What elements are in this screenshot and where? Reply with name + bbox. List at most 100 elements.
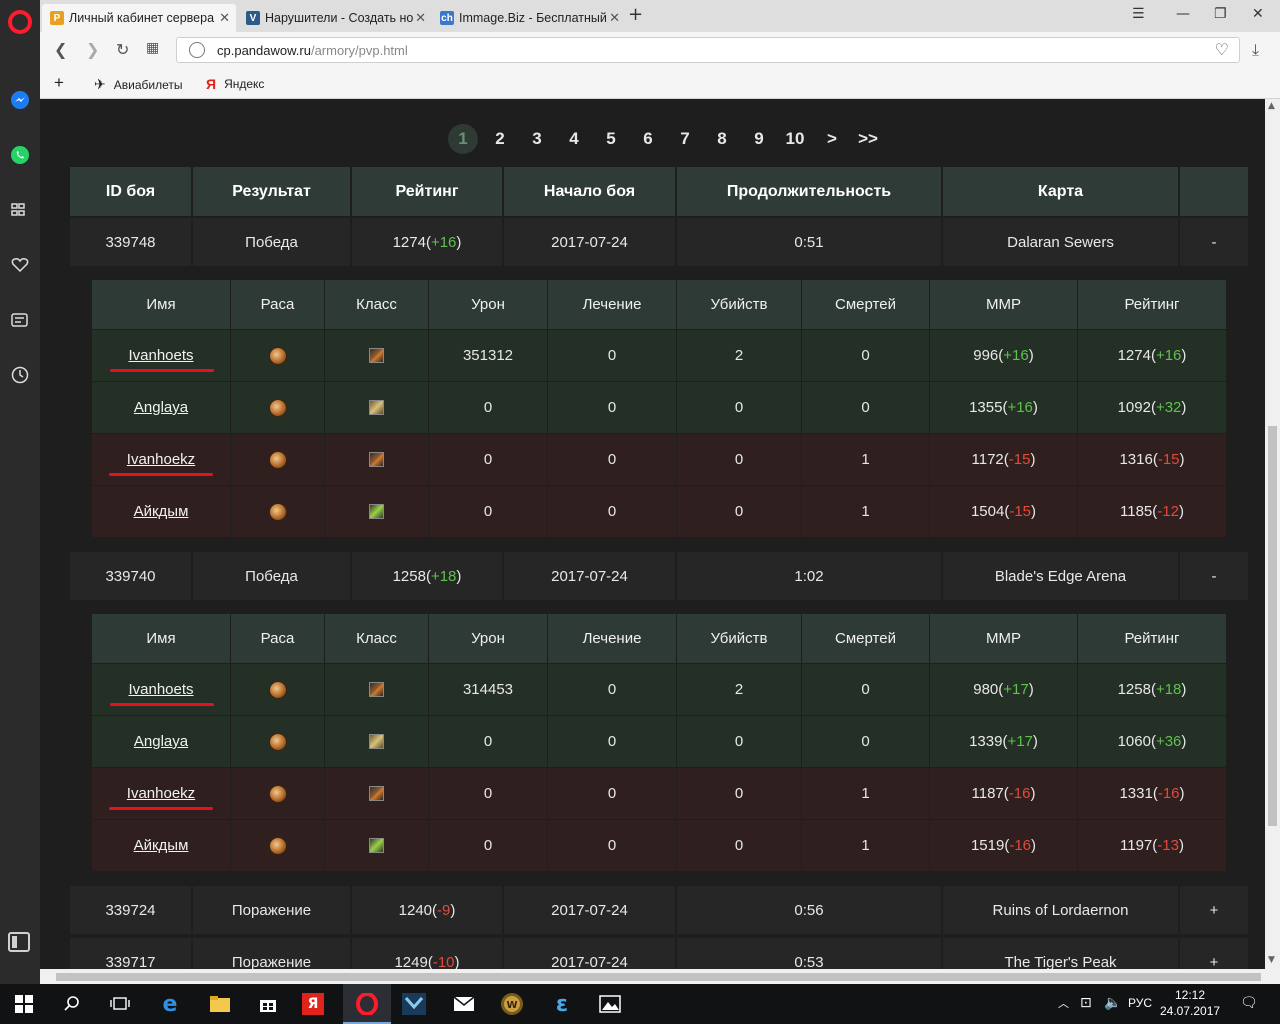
page-link[interactable]: 3 xyxy=(522,124,552,154)
mmr-delta: -15 xyxy=(1008,451,1031,468)
damage-value: 314453 xyxy=(429,664,548,715)
race-cell xyxy=(231,820,325,871)
page-link[interactable]: 5 xyxy=(596,124,626,154)
horizontal-scrollbar[interactable] xyxy=(40,969,1280,984)
warrior-class-icon xyxy=(369,348,384,363)
battle-id: 339717 xyxy=(70,938,193,969)
language-indicator[interactable]: РУС xyxy=(1128,996,1152,1010)
history-icon[interactable] xyxy=(8,363,32,387)
player-name-link[interactable]: Ivanhoekz xyxy=(108,785,213,810)
page-link[interactable]: 8 xyxy=(707,124,737,154)
column-header: Рейтинг xyxy=(1124,296,1180,313)
column-header: Имя xyxy=(92,614,231,663)
mmr-value: 1504 xyxy=(970,503,1005,520)
battle-row[interactable]: 339717 Поражение 1249 (-10) 2017-07-24 0:53 T… xyxy=(70,936,1248,969)
vertical-scrollbar[interactable]: ▲ ▼ xyxy=(1265,99,1280,969)
scroll-down-icon[interactable]: ▼ xyxy=(1268,955,1275,965)
page-link[interactable]: > xyxy=(817,124,847,154)
store-icon[interactable] xyxy=(254,990,282,1018)
player-name-link[interactable]: Ivanhoets xyxy=(110,347,215,372)
page-link[interactable]: 9 xyxy=(744,124,774,154)
bookmark-avia[interactable]: ✈ Авиабилеты xyxy=(94,76,182,93)
close-window-icon[interactable]: ✕ xyxy=(1252,6,1264,22)
warrior-class-icon xyxy=(369,786,384,801)
player-name: Айкдым xyxy=(133,503,189,520)
tab-menu-icon[interactable]: ☰ xyxy=(1132,6,1145,22)
battle-row[interactable]: 339740 Победа 1258 (+18) 2017-07-24 1:02 Blad… xyxy=(70,550,1248,600)
warrior-class-icon xyxy=(369,452,384,467)
battle-row[interactable]: 339748 Победа 1274 (+16) 2017-07-24 0:51 Dala… xyxy=(70,216,1248,266)
close-icon[interactable]: ✕ xyxy=(609,10,620,26)
new-tab-button[interactable]: + xyxy=(628,4,643,25)
scroll-up-icon[interactable]: ▲ xyxy=(1268,101,1275,111)
page-link[interactable]: 1 xyxy=(448,124,478,154)
app-launcher-icon[interactable] xyxy=(400,990,428,1018)
speed-dial-icon[interactable] xyxy=(8,198,32,222)
scrollbar-thumb[interactable] xyxy=(1268,426,1277,826)
player-name-link[interactable]: Айкдым xyxy=(134,503,189,520)
heart-icon[interactable] xyxy=(8,253,32,277)
red-underline-annotation xyxy=(110,369,215,372)
player-name-link[interactable]: Ivanhoets xyxy=(110,681,215,706)
whatsapp-icon[interactable] xyxy=(8,143,32,167)
hscroll-thumb[interactable] xyxy=(56,973,1261,981)
expand-toggle[interactable]: - xyxy=(1180,552,1248,600)
add-bookmark-button[interactable]: + xyxy=(54,73,64,93)
forward-icon[interactable]: ❯ xyxy=(86,40,99,59)
close-icon[interactable]: ✕ xyxy=(219,10,230,26)
page-link[interactable]: 2 xyxy=(485,124,515,154)
reload-icon[interactable]: ↻ xyxy=(116,40,129,59)
notifications-icon[interactable]: 🗨 xyxy=(1240,995,1258,1011)
download-icon[interactable]: ⤓ xyxy=(1252,40,1259,60)
page-link[interactable]: 4 xyxy=(559,124,589,154)
app-e-icon[interactable]: ɛ xyxy=(548,990,576,1018)
news-icon[interactable] xyxy=(8,308,32,332)
page-link[interactable]: >> xyxy=(853,124,883,154)
tabs-grid-icon[interactable]: ▦ xyxy=(146,40,159,56)
player-name-link[interactable]: Айкдым xyxy=(134,837,189,854)
expand-toggle[interactable]: - xyxy=(1180,218,1248,266)
edge-icon[interactable]: e xyxy=(156,990,184,1018)
photos-icon[interactable] xyxy=(596,990,624,1018)
close-icon[interactable]: ✕ xyxy=(415,10,426,26)
page-link[interactable]: 10 xyxy=(780,124,810,154)
page-link[interactable]: 6 xyxy=(633,124,663,154)
messenger-icon[interactable] xyxy=(8,88,32,112)
mail-icon[interactable] xyxy=(450,990,478,1018)
player-name-link[interactable]: Anglaya xyxy=(134,733,188,750)
wow-icon[interactable]: W xyxy=(498,990,526,1018)
player-name-link[interactable]: Ivanhoekz xyxy=(108,451,213,476)
tab-immage[interactable]: ch Immage.Biz - Бесплатный ✕ xyxy=(432,4,626,32)
file-explorer-icon[interactable] xyxy=(206,990,234,1018)
sidebar-toggle-icon[interactable] xyxy=(8,932,30,952)
maximize-icon[interactable]: ❐ xyxy=(1214,6,1227,22)
player-rating-cell: 1197 (-13) xyxy=(1120,837,1184,854)
url-field[interactable]: cp.pandawow.ru/armory/pvp.html ♡ xyxy=(176,37,1240,63)
class-cell xyxy=(325,330,429,381)
tray-expand-icon[interactable]: ︿ xyxy=(1058,995,1069,1011)
task-view-icon[interactable] xyxy=(106,990,134,1018)
page-link[interactable]: 7 xyxy=(670,124,700,154)
expand-toggle[interactable]: + xyxy=(1180,886,1248,934)
volume-icon[interactable]: 🔈 xyxy=(1104,995,1121,1011)
players-table-header: Имя Раса Класс Урон Лечение Убийств Смертей MMP… xyxy=(92,280,1226,330)
clock[interactable]: 12:12 24.07.2017 xyxy=(1160,987,1220,1019)
yandex-browser-icon[interactable]: Я xyxy=(302,993,324,1015)
bookmark-heart-icon[interactable]: ♡ xyxy=(1215,40,1229,60)
battle-row[interactable]: 339724 Поражение 1240 (-9) 2017-07-24 0:56 Ru… xyxy=(70,884,1248,934)
opera-taskbar-icon[interactable] xyxy=(353,990,381,1018)
tab-violators[interactable]: V Нарушители - Создать но ✕ xyxy=(238,4,432,32)
bookmarks-bar: + ✈ Авиабилеты Я Яндекс xyxy=(40,68,1280,99)
opera-menu-icon[interactable] xyxy=(8,10,32,34)
player-name-link[interactable]: Anglaya xyxy=(134,399,188,416)
expand-toggle[interactable]: + xyxy=(1180,938,1248,970)
rating-delta: -16 xyxy=(1157,785,1180,802)
tab-cabinet[interactable]: P Личный кабинет сервера ✕ xyxy=(42,4,236,32)
network-icon[interactable]: ⊡ xyxy=(1080,995,1092,1011)
windows-start-icon[interactable] xyxy=(10,990,38,1018)
search-icon[interactable] xyxy=(58,990,86,1018)
minimize-icon[interactable]: — xyxy=(1176,6,1190,22)
player-row: Айкдым 0 0 0 1 1519 (-16) 1197 (-13) xyxy=(92,820,1226,872)
back-icon[interactable]: ❮ xyxy=(54,40,67,59)
bookmark-yandex[interactable]: Я Яндекс xyxy=(206,76,264,92)
